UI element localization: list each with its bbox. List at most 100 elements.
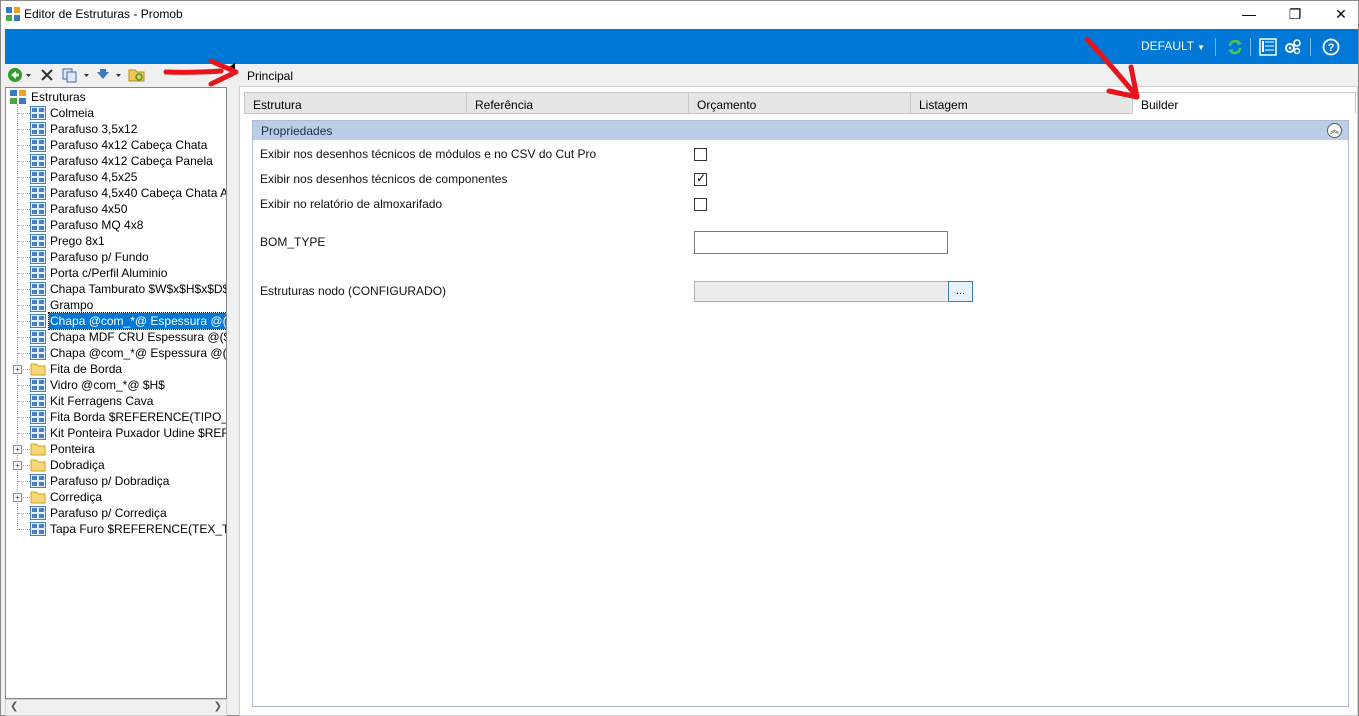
checkbox-cut-pro[interactable] <box>694 148 707 161</box>
tree-item[interactable]: Parafuso p/ Fundo <box>30 249 150 265</box>
tree-item[interactable]: Parafuso 3,5x12 <box>30 121 138 137</box>
expand-plus-icon[interactable]: + <box>13 461 22 470</box>
folder-search-icon[interactable] <box>128 67 146 83</box>
scroll-right-icon[interactable]: ❯ <box>214 701 222 712</box>
tree-item[interactable]: Colmeia <box>30 105 95 121</box>
tree-item-label: Vidro @com_*@ $H$ <box>50 378 165 392</box>
tree-item[interactable]: Parafuso MQ 4x8 <box>30 217 144 233</box>
tree-item[interactable]: Fita Borda $REFERENCE(TIPO_F <box>30 409 227 425</box>
profile-dropdown[interactable]: DEFAULT ▼ <box>1141 39 1205 53</box>
red-arrow-annotation-builder-icon <box>1084 36 1140 100</box>
tree-item[interactable]: Parafuso p/ Dobradiça <box>30 473 170 489</box>
prop-label-cut-pro: Exibir nos desenhos técnicos de módulos … <box>260 147 597 161</box>
structure-item-icon <box>30 266 46 280</box>
list-view-icon[interactable] <box>1258 37 1278 57</box>
tree-branch-line <box>18 337 30 338</box>
tree-item-label: Parafuso MQ 4x8 <box>50 218 144 232</box>
structure-item-icon <box>30 426 46 440</box>
tree-item-label: Tapa Furo $REFERENCE(TEX_TF) <box>50 522 227 536</box>
tab-builder[interactable]: Builder <box>1132 92 1356 114</box>
tree-branch-line <box>18 209 30 210</box>
browse-button[interactable]: ... <box>948 281 973 302</box>
structure-item-icon <box>30 346 46 360</box>
tree-branch-line <box>18 305 30 306</box>
tree-item-label: Chapa @com_*@ Espessura @($H <box>48 312 226 330</box>
tree-item-label: Parafuso 4,5x25 <box>50 170 138 184</box>
tree-item[interactable]: Parafuso 4x12 Cabeça Panela <box>30 153 214 169</box>
tab-orcamento[interactable]: Orçamento <box>688 92 911 114</box>
tree-item-label: Parafuso 4x12 Cabeça Chata <box>50 138 208 152</box>
tree-branch-line <box>18 241 30 242</box>
tree-item-label: Ponteira <box>50 442 95 456</box>
scroll-left-icon[interactable]: ❮ <box>10 701 18 712</box>
tree-folder[interactable]: Ponteira <box>30 441 96 457</box>
structure-item-icon <box>30 122 46 136</box>
checkbox-componentes[interactable] <box>694 171 707 186</box>
tree-branch-line <box>18 257 30 258</box>
restore-button[interactable]: ❐ <box>1272 1 1318 27</box>
close-button[interactable]: ✕ <box>1318 1 1359 27</box>
tree-item[interactable]: Chapa Tamburato $W$x$H$x$D$m <box>30 281 227 297</box>
expand-plus-icon[interactable]: + <box>13 445 22 454</box>
help-icon[interactable]: ? <box>1321 37 1341 57</box>
add-dropdown-button[interactable] <box>8 67 32 83</box>
tree-item[interactable]: Parafuso 4,5x25 <box>30 169 138 185</box>
tree-item-label: Fita de Borda <box>50 362 123 376</box>
collapse-chevron-up-icon[interactable]: ︽ <box>1327 123 1342 138</box>
expand-plus-icon[interactable]: + <box>13 493 22 502</box>
tree-item-label: Porta c/Perfil Aluminio <box>50 266 168 280</box>
tree-folder[interactable]: Corrediça <box>30 489 103 505</box>
tree-item[interactable]: Parafuso 4x50 <box>30 201 128 217</box>
tree-item-label: Kit Ferragens Cava <box>50 394 154 408</box>
move-dropdown-button[interactable] <box>95 67 125 83</box>
tree-item[interactable]: Kit Ferragens Cava <box>30 393 154 409</box>
copy-dropdown-button[interactable] <box>61 67 91 83</box>
tree-item[interactable]: Parafuso p/ Corrediça <box>30 505 168 521</box>
tree-branch-line <box>18 129 30 130</box>
settings-gears-icon[interactable] <box>1283 37 1303 57</box>
tree-item[interactable]: Chapa MDF CRU Espessura @($R <box>30 329 226 345</box>
tree-item[interactable]: Kit Ponteira Puxador Udine $REFER <box>30 425 227 441</box>
tab-referencia[interactable]: Referência <box>466 92 689 114</box>
structure-item-icon <box>30 170 46 184</box>
delete-icon[interactable] <box>41 67 53 83</box>
tree-item-label: Chapa Tamburato $W$x$H$x$D$m <box>50 282 227 296</box>
refresh-icon[interactable] <box>1225 37 1245 57</box>
window-title: Editor de Estruturas - Promob <box>24 7 183 21</box>
tab-estrutura[interactable]: Estrutura <box>244 92 467 114</box>
tree-horizontal-scrollbar[interactable]: ❮ ❯ <box>5 699 227 716</box>
red-arrow-annotation-left-icon <box>163 58 239 87</box>
tree-root[interactable]: Estruturas <box>10 89 87 105</box>
tree-folder[interactable]: Dobradiça <box>30 457 106 473</box>
prop-label-estruturas-nodo: Estruturas nodo (CONFIGURADO) <box>260 284 447 298</box>
tree-item[interactable]: Chapa @com_*@ Espessura @($H <box>30 345 227 361</box>
bom-type-input[interactable] <box>694 231 948 254</box>
tree-branch-line <box>18 401 30 402</box>
tree-item[interactable]: Chapa @com_*@ Espessura @($H <box>30 312 226 330</box>
tree-item-label: Parafuso 3,5x12 <box>50 122 138 136</box>
tree-item[interactable]: Grampo <box>30 297 94 313</box>
structure-item-icon <box>30 330 46 344</box>
tree-item-label: Kit Ponteira Puxador Udine $REFER <box>50 426 227 440</box>
tree-item[interactable]: Vidro @com_*@ $H$ <box>30 377 166 393</box>
structure-tree[interactable]: Estruturas Colmeia Parafuso 3,5x12 Parafus… <box>5 87 227 699</box>
tree-item[interactable]: Parafuso 4,5x40 Cabeça Chata Auto <box>30 185 226 201</box>
tree-item[interactable]: Prego 8x1 <box>30 233 106 249</box>
tree-item-label: Dobradiça <box>50 458 105 472</box>
tree-item[interactable]: Porta c/Perfil Aluminio <box>30 265 168 281</box>
tab-strip: Estrutura Referência Orçamento Listagem … <box>244 92 1356 114</box>
toolbar-divider <box>1310 38 1311 56</box>
tree-folder[interactable]: Fita de Borda <box>30 361 123 377</box>
tree-item-label: Chapa @com_*@ Espessura @($H <box>50 346 227 360</box>
tree-item-label: Fita Borda $REFERENCE(TIPO_F <box>50 410 227 424</box>
tree-item[interactable]: Tapa Furo $REFERENCE(TEX_TF) <box>30 521 227 537</box>
expand-plus-icon[interactable]: + <box>13 365 22 374</box>
tree-item[interactable]: Parafuso 4x12 Cabeça Chata <box>30 137 208 153</box>
minimize-button[interactable]: — <box>1226 1 1272 27</box>
properties-header[interactable]: Propriedades ︽ <box>253 121 1348 140</box>
title-bar: Editor de Estruturas - Promob — ❐ ✕ <box>1 1 1358 29</box>
tree-branch-line <box>18 385 30 386</box>
tree-branch-line <box>18 529 30 530</box>
checkbox-almoxarifado[interactable] <box>694 198 707 211</box>
tree-item-label: Grampo <box>50 298 94 312</box>
